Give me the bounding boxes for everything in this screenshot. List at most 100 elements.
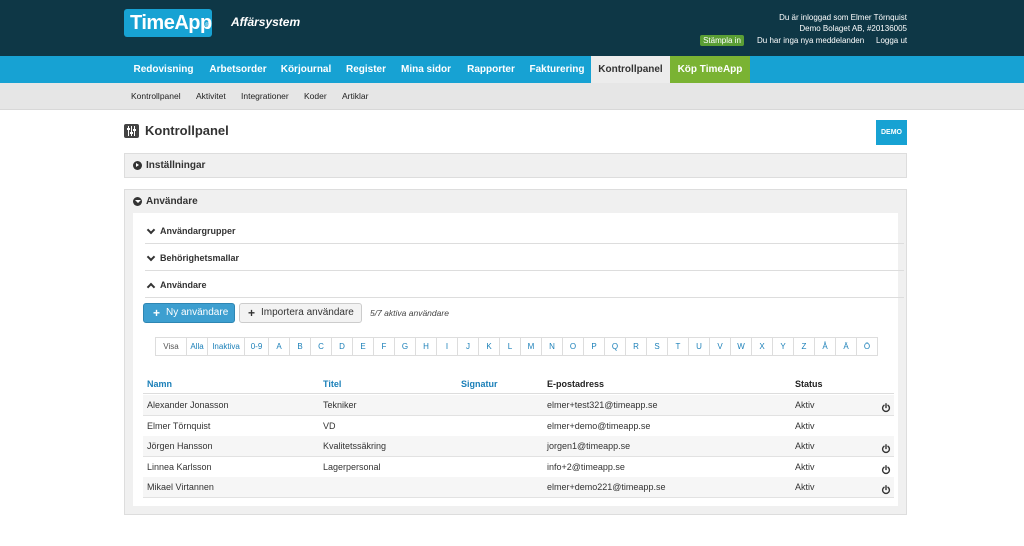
chevron-down-icon [146, 252, 156, 262]
cell-email: info+2@timeapp.se [547, 461, 625, 472]
table-row[interactable]: Jörgen Hansson Kvalitetssäkring jorgen1@ti… [143, 436, 894, 457]
column-header-title[interactable]: Titel [323, 379, 341, 389]
table-row[interactable]: Linnea Karlsson Lagerpersonal info+2@timea… [143, 457, 894, 478]
settings-panel-header[interactable]: Inställningar [124, 153, 907, 178]
section-user-groups[interactable]: Användargrupper [145, 217, 904, 244]
filter-option[interactable]: J [458, 338, 479, 355]
app-subtitle: Affärsystem [231, 15, 301, 29]
filter-option[interactable]: P [584, 338, 605, 355]
nav-buy-timeapp[interactable]: Köp TimeApp [670, 56, 750, 83]
column-header-signature[interactable]: Signatur [461, 379, 498, 389]
expand-arrow-icon [133, 161, 142, 170]
import-users-button[interactable]: + Importera användare [239, 303, 362, 323]
nav-redovisning[interactable]: Redovisning [124, 56, 203, 83]
timeapp-logo[interactable]: TimeApp ® [124, 9, 212, 37]
subnav-kontrollpanel[interactable]: Kontrollpanel [131, 83, 181, 110]
filter-option[interactable]: E [353, 338, 374, 355]
power-icon[interactable] [881, 441, 891, 454]
filter-option[interactable]: B [290, 338, 311, 355]
filter-option[interactable]: Z [794, 338, 815, 355]
section-users[interactable]: Användare [145, 271, 904, 298]
table-row[interactable]: Alexander Jonasson Tekniker elmer+test321@… [143, 395, 894, 416]
users-panel-label: Användare [146, 196, 198, 207]
new-user-button[interactable]: + Ny användare [143, 303, 235, 323]
filter-option[interactable]: Ä [836, 338, 857, 355]
nav-kontrollpanel[interactable]: Kontrollpanel [591, 56, 670, 83]
table-row[interactable]: Elmer Törnquist VD elmer+demo@timeapp.se Ak… [143, 416, 894, 437]
filter-option[interactable]: Å [815, 338, 836, 355]
filter-option[interactable]: I [437, 338, 458, 355]
filter-option[interactable]: T [668, 338, 689, 355]
nav-register[interactable]: Register [339, 56, 393, 83]
cell-email: elmer+test321@timeapp.se [547, 400, 658, 410]
sub-nav: Kontrollpanel Aktivitet Integrationer Ko… [0, 83, 1024, 110]
filter-option[interactable]: A [269, 338, 290, 355]
stamp-in-button[interactable]: Stämpla in [700, 35, 744, 46]
nav-arbetsorder[interactable]: Arbetsorder [203, 56, 273, 83]
filter-option[interactable]: D [332, 338, 353, 355]
power-icon[interactable] [881, 462, 891, 474]
filter-option[interactable]: O [563, 338, 584, 355]
filter-option[interactable]: Y [773, 338, 794, 355]
filter-option[interactable]: K [479, 338, 500, 355]
filter-option[interactable]: V [710, 338, 731, 355]
cell-title: VD [323, 420, 336, 431]
filter-option[interactable]: Ö [857, 338, 878, 355]
table-row[interactable]: Mikael Virtannen elmer+demo221@timeapp.se… [143, 477, 894, 498]
filter-option[interactable]: N [542, 338, 563, 355]
filter-option[interactable]: 0-9 [245, 338, 269, 355]
nav-fakturering[interactable]: Fakturering [523, 56, 591, 83]
cell-name: Linnea Karlsson [147, 461, 212, 472]
cell-title: Kvalitetssäkring [323, 441, 387, 451]
section-permission-templates[interactable]: Behörighetsmallar [145, 244, 904, 271]
filter-option[interactable]: F [374, 338, 395, 355]
logged-in-text: Du är inloggad som Elmer Törnquist [779, 13, 907, 22]
filter-option[interactable]: C [311, 338, 332, 355]
logo-registered-mark: ® [205, 23, 209, 29]
cell-email: elmer+demo221@timeapp.se [547, 482, 666, 492]
main-nav: Redovisning Arbetsorder Körjournal Regis… [0, 56, 1024, 83]
filter-option[interactable]: W [731, 338, 752, 355]
filter-option[interactable]: L [500, 338, 521, 355]
subnav-integrationer[interactable]: Integrationer [241, 83, 289, 110]
cell-status: Aktiv [795, 441, 815, 451]
filter-option[interactable]: H [416, 338, 437, 355]
filter-option[interactable]: G [395, 338, 416, 355]
filter-option[interactable]: S [647, 338, 668, 355]
nav-rapporter[interactable]: Rapporter [459, 56, 523, 83]
cell-title: Lagerpersonal [323, 461, 381, 472]
cell-email: elmer+demo@timeapp.se [547, 420, 651, 431]
cell-name: Mikael Virtannen [147, 482, 214, 492]
filter-option[interactable]: X [752, 338, 773, 355]
letter-filter: Visa Alla Inaktiva 0-9 A B C D E F G H I J K L M N O P Q R S T U… [155, 337, 878, 356]
subnav-koder[interactable]: Koder [304, 83, 327, 110]
section-user-groups-label: Användargrupper [160, 226, 236, 236]
subnav-artiklar[interactable]: Artiklar [342, 83, 368, 110]
chevron-down-icon [146, 225, 156, 235]
subnav-aktivitet[interactable]: Aktivitet [196, 83, 226, 110]
power-icon[interactable] [881, 400, 891, 413]
filter-option[interactable]: Inaktiva [208, 338, 245, 355]
cell-name: Jörgen Hansson [147, 441, 213, 451]
messages-link[interactable]: Du har inga nya meddelanden [757, 36, 864, 45]
nav-korjournal[interactable]: Körjournal [273, 56, 339, 83]
column-header-status: Status [795, 379, 823, 389]
table-header-divider [143, 393, 894, 394]
logout-link[interactable]: Logga ut [876, 36, 907, 45]
filter-option[interactable]: R [626, 338, 647, 355]
filter-option[interactable]: U [689, 338, 710, 355]
column-header-name[interactable]: Namn [147, 379, 172, 389]
cell-status: Aktiv [795, 400, 815, 410]
users-panel-header[interactable]: Användare [124, 189, 907, 214]
cell-title: Tekniker [323, 400, 357, 410]
filter-option[interactable]: M [521, 338, 542, 355]
nav-mina-sidor[interactable]: Mina sidor [393, 56, 459, 83]
filter-option[interactable]: Q [605, 338, 626, 355]
filter-option[interactable]: Alla [187, 338, 208, 355]
filter-label-visa: Visa [156, 338, 187, 355]
collapse-arrow-icon [133, 197, 142, 206]
cell-name: Elmer Törnquist [147, 420, 211, 431]
company-text: Demo Bolaget AB, #20136005 [799, 24, 907, 33]
cell-status: Aktiv [795, 482, 815, 492]
power-icon[interactable] [881, 482, 891, 495]
